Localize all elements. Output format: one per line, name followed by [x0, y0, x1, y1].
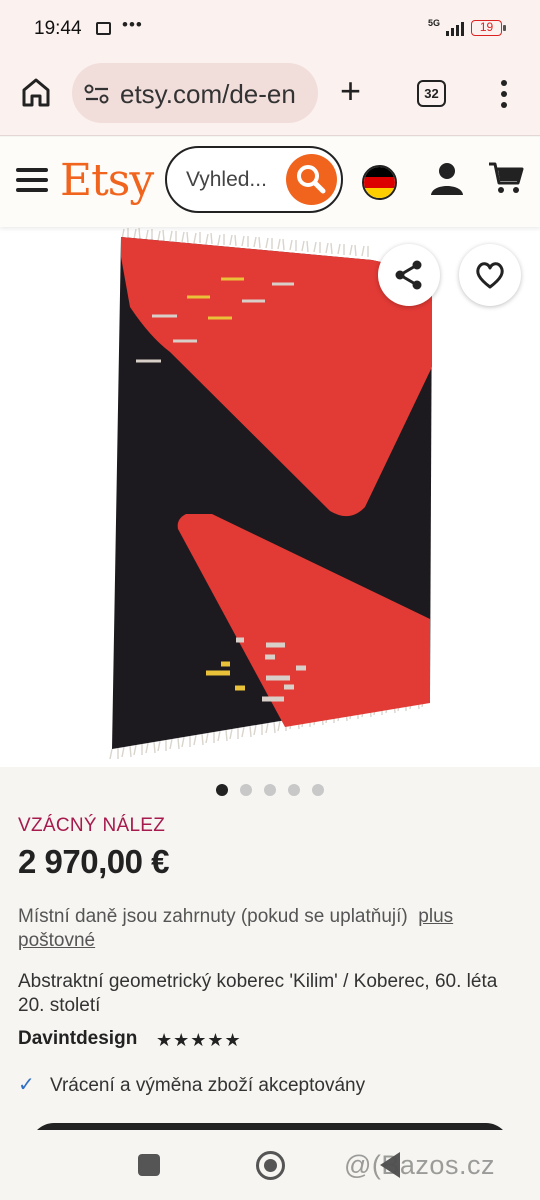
- checkmark-icon: ✓: [18, 1074, 35, 1096]
- germany-flag-icon[interactable]: [362, 165, 397, 200]
- product-image[interactable]: [0, 227, 540, 767]
- tax-note-text: Místní daně jsou zahrnuty (pokud se upla…: [18, 906, 408, 927]
- new-tab-icon[interactable]: +: [340, 73, 361, 109]
- gallery-notification-icon: [96, 22, 111, 35]
- share-button[interactable]: [378, 244, 440, 306]
- browser-toolbar: etsy.com/de-en + 32: [0, 58, 540, 136]
- signal-icon: [436, 20, 466, 36]
- search-bar[interactable]: Vyhled...: [165, 146, 343, 213]
- heart-icon: [476, 262, 504, 289]
- returns-policy: ✓ Vrácení a výměna zboží akceptovány: [18, 1072, 365, 1097]
- price: 2 970,00 €: [18, 843, 169, 880]
- flag-stripe: [364, 187, 395, 198]
- rating-stars[interactable]: ★★★★★: [156, 1030, 242, 1051]
- recent-apps-icon[interactable]: [138, 1154, 160, 1176]
- tab-switcher-button[interactable]: 32: [417, 80, 446, 107]
- status-bar: 19:44 ••• 5G 19: [0, 0, 540, 58]
- account-icon[interactable]: [430, 161, 464, 197]
- pager-dot[interactable]: [264, 784, 276, 796]
- favorite-button[interactable]: [459, 244, 521, 306]
- pager-dot[interactable]: [216, 784, 228, 796]
- etsy-logo[interactable]: Etsy: [60, 155, 154, 206]
- home-icon[interactable]: [18, 74, 54, 110]
- nav-home-icon[interactable]: [256, 1151, 285, 1180]
- pager-dot[interactable]: [288, 784, 300, 796]
- cart-icon[interactable]: [488, 161, 524, 195]
- browser-menu-icon[interactable]: [494, 78, 514, 110]
- site-settings-icon[interactable]: [84, 83, 110, 105]
- flag-stripe: [364, 167, 395, 178]
- search-button[interactable]: [286, 154, 337, 205]
- shop-name-link[interactable]: Davintdesign: [18, 1028, 137, 1050]
- image-pager[interactable]: [0, 781, 540, 799]
- search-input[interactable]: Vyhled...: [186, 168, 267, 192]
- listing-title: Abstraktní geometrický koberec 'Kilim' /…: [18, 971, 498, 1016]
- tax-note: Místní daně jsou zahrnuty (pokud se upla…: [18, 905, 523, 953]
- search-icon: [297, 165, 326, 194]
- battery-icon: 19: [471, 20, 506, 36]
- menu-icon[interactable]: [16, 168, 48, 192]
- kilim-rug-photo: [109, 227, 432, 760]
- returns-text: Vrácení a výměna zboží akceptovány: [50, 1075, 366, 1096]
- status-time: 19:44: [34, 18, 82, 39]
- site-header: Etsy Vyhled...: [0, 137, 540, 227]
- url-text[interactable]: etsy.com/de-en: [120, 79, 296, 110]
- share-icon: [395, 260, 422, 290]
- pager-dot[interactable]: [240, 784, 252, 796]
- flag-stripe: [364, 177, 395, 188]
- bazos-watermark: @(Bazos.cz: [344, 1150, 495, 1180]
- more-notifications-icon: •••: [122, 15, 143, 34]
- rare-find-badge: VZÁCNÝ NÁLEZ: [18, 815, 166, 836]
- address-bar[interactable]: etsy.com/de-en: [72, 63, 318, 123]
- pager-dot[interactable]: [312, 784, 324, 796]
